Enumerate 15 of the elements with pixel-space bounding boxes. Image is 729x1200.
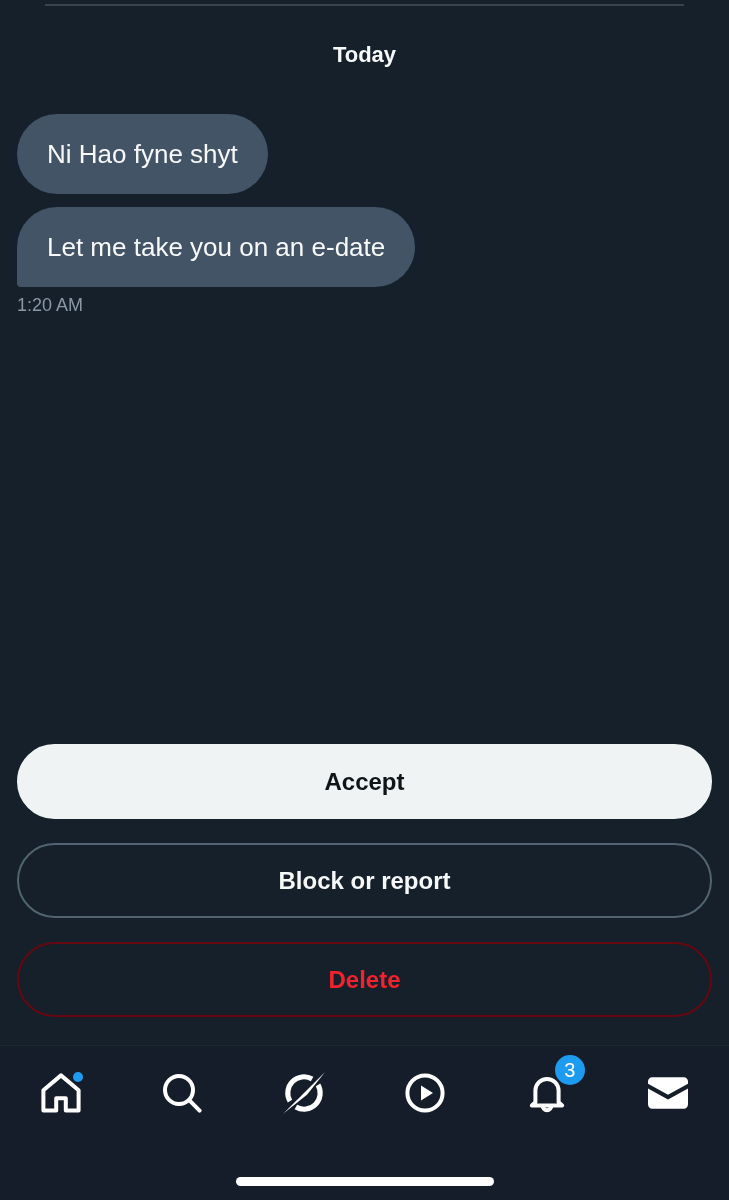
video-tab[interactable] bbox=[403, 1071, 448, 1115]
accept-button[interactable]: Accept bbox=[17, 744, 712, 819]
delete-button[interactable]: Delete bbox=[17, 942, 712, 1017]
block-report-button[interactable]: Block or report bbox=[17, 843, 712, 918]
slashed-circle-tab[interactable] bbox=[281, 1071, 326, 1115]
search-icon bbox=[162, 1073, 203, 1113]
date-header: Today bbox=[332, 42, 397, 68]
message-bubble: Ni Hao fyne shyt bbox=[17, 114, 268, 194]
notification-count: 3 bbox=[554, 1055, 585, 1085]
message-timestamp: 1:20 AM bbox=[17, 294, 84, 316]
home-icon bbox=[40, 1073, 81, 1113]
play-icon bbox=[405, 1073, 446, 1113]
home-tab[interactable] bbox=[38, 1071, 83, 1115]
message-bubble: Let me take you on an e-date bbox=[17, 207, 416, 287]
search-tab[interactable] bbox=[160, 1071, 205, 1115]
